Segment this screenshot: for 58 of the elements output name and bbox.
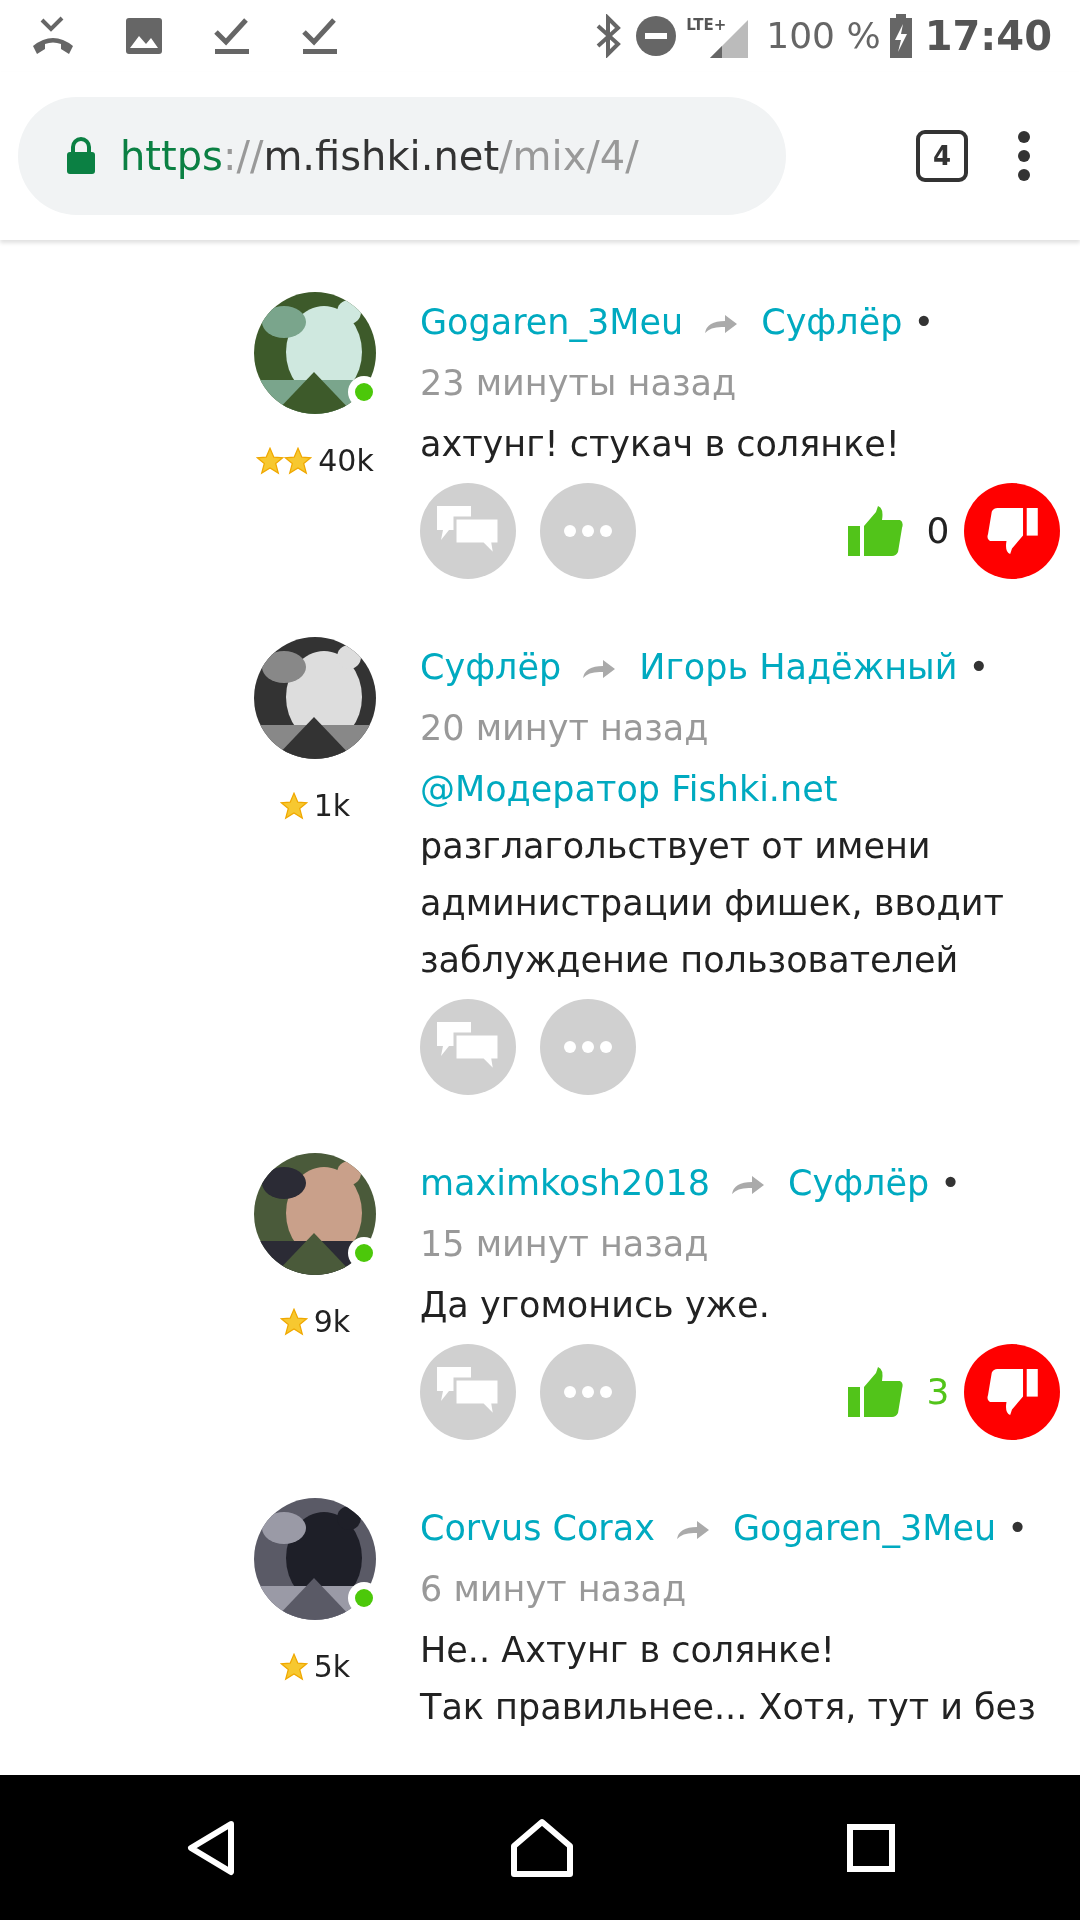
- mention-link[interactable]: @Модератор Fishki.net: [420, 761, 1060, 818]
- address-bar[interactable]: https://m.fishki.net/mix/4/: [18, 97, 786, 215]
- image-icon: [124, 16, 164, 56]
- thumbs-up-icon[interactable]: [848, 506, 904, 556]
- menu-icon[interactable]: [1016, 130, 1032, 182]
- star-icon: [256, 446, 285, 475]
- author-link[interactable]: Суфлёр: [420, 647, 562, 687]
- network-type-label: LTE+: [686, 15, 727, 36]
- comment-text: ахтунг! стукач в солянке!: [420, 423, 901, 466]
- comment-text: Не.. Ахтунг в солянке!: [420, 1629, 836, 1672]
- bullet-separator: •: [1007, 1508, 1028, 1548]
- bullet-separator: •: [940, 1163, 961, 1203]
- comment-time: 23 минуты назад: [420, 363, 737, 403]
- reply-arrow-icon: [674, 1519, 711, 1541]
- star-icon: [279, 791, 308, 820]
- thumbs-down-icon: [986, 508, 1038, 554]
- rating-value: 1k: [313, 787, 351, 825]
- battery-percent: 100 %: [766, 14, 881, 58]
- recent-apps-icon[interactable]: [847, 1823, 896, 1872]
- comment-text: Так правильнее... Хотя, тут и без: [420, 1686, 1037, 1729]
- author-link[interactable]: Corvus Corax: [420, 1508, 655, 1548]
- dots-icon: [563, 1385, 613, 1399]
- download-icon: [212, 16, 252, 56]
- vote-count: 0: [925, 509, 951, 553]
- thumbs-up-icon[interactable]: [848, 1367, 904, 1417]
- lock-icon: [66, 137, 96, 175]
- bullet-separator: •: [968, 647, 990, 687]
- battery-charging-icon: [888, 14, 913, 58]
- tab-count-button[interactable]: 4: [916, 130, 968, 182]
- bullet-separator: •: [913, 302, 935, 342]
- comment-time: 20 минут назад: [420, 708, 709, 748]
- author-link[interactable]: Gogaren_3Meu: [420, 302, 684, 342]
- comment-time: 15 минут назад: [420, 1224, 709, 1264]
- author-link[interactable]: Gogaren_3Meu: [732, 1508, 997, 1548]
- star-icon: [279, 1307, 308, 1336]
- rating-value: 5k: [313, 1648, 351, 1686]
- rating-value: 40k: [318, 442, 374, 480]
- dots-icon: [563, 1040, 613, 1054]
- star-icon: [284, 446, 313, 475]
- do-not-disturb-icon: [634, 14, 679, 58]
- home-icon[interactable]: [510, 1817, 574, 1878]
- author-link[interactable]: Суфлёр: [761, 302, 903, 342]
- url-text: https://m.fishki.net/mix/4/: [120, 132, 639, 181]
- reply-arrow-icon: [730, 1174, 766, 1196]
- clock: 17:40: [924, 12, 1052, 61]
- thumbs-down-icon: [986, 1369, 1038, 1415]
- comment-text: Да угомонись уже.: [420, 1284, 771, 1327]
- author-link[interactable]: Суфлёр: [788, 1163, 930, 1203]
- star-icon: [279, 1652, 308, 1681]
- author-link[interactable]: Игорь Надёжный: [639, 647, 958, 687]
- missed-call-icon: [30, 16, 76, 56]
- author-link[interactable]: maximkosh2018: [420, 1163, 710, 1203]
- rating-value: 9k: [313, 1303, 351, 1341]
- dots-icon: [563, 524, 613, 538]
- comment-text: разглагольствует от имени администрации фишек, вводит заблуждение пользователей: [420, 825, 1005, 982]
- vote-count: 3: [925, 1370, 951, 1414]
- download-icon: [300, 16, 340, 56]
- comment-time: 6 минут назад: [420, 1569, 687, 1609]
